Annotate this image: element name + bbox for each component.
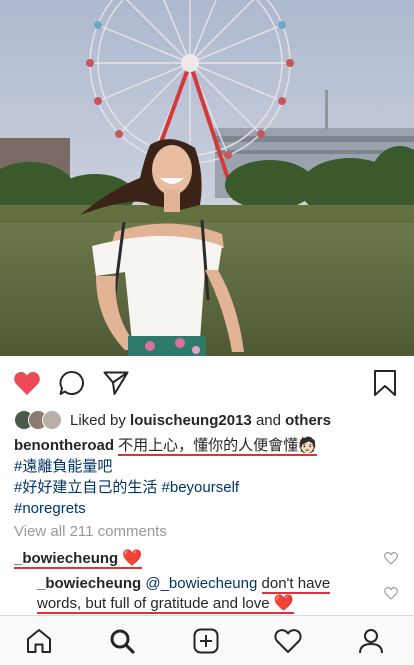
save-button[interactable] <box>370 368 400 398</box>
profile-icon <box>359 629 383 654</box>
comment-username[interactable]: _bowiecheung <box>14 550 118 567</box>
hashtag-link[interactable]: #遠離負能量吧 <box>14 458 112 475</box>
liked-by-user-link[interactable]: louischeung2013 <box>130 412 252 429</box>
post-photo[interactable] <box>0 0 414 356</box>
comment-item: _bowiecheung ❤️ <box>14 548 143 569</box>
reply-comment-item: _bowiecheung @_bowiecheung don't have wo… <box>37 574 331 614</box>
mention-link[interactable]: @_bowiecheung <box>145 575 257 592</box>
comment-underline: _bowiecheung ❤️ <box>14 550 143 569</box>
comment-button[interactable] <box>57 368 87 398</box>
post-caption: benontheroad 不用上心，懂你的人便會懂🧑🏻 #遠離負能量吧 #好好建… <box>14 435 404 519</box>
search-icon <box>110 629 135 654</box>
post-action-bar <box>0 356 414 408</box>
add-post-icon <box>193 628 219 654</box>
tab-activity[interactable] <box>274 627 302 655</box>
caption-text: 不用上心，懂你的人便會懂🧑🏻 <box>118 437 317 456</box>
bottom-tab-bar <box>0 615 414 665</box>
liked-by-prefix: Liked by <box>70 411 126 429</box>
caption-username[interactable]: benontheroad <box>14 437 114 454</box>
share-button[interactable] <box>101 368 131 398</box>
paper-plane-icon <box>103 371 129 395</box>
reply-text-part2: words, but full of gratitude and love ❤️ <box>37 595 294 614</box>
hashtag-link[interactable]: #好好建立自己的生活 <box>14 479 157 496</box>
heart-filled-icon <box>14 372 40 395</box>
bookmark-icon <box>374 370 396 396</box>
hashtag-link[interactable]: #noregrets <box>14 500 86 517</box>
liked-by-row[interactable]: Liked by louischeung2013 and others <box>14 409 331 431</box>
liked-by-middle: and <box>255 411 281 429</box>
avatar <box>42 410 62 430</box>
like-button[interactable] <box>12 368 42 398</box>
hashtag-link[interactable]: #beyourself <box>162 479 240 496</box>
liker-avatars <box>14 410 62 430</box>
liked-by-others-link[interactable]: others <box>285 412 331 429</box>
tab-profile[interactable] <box>357 627 385 655</box>
tab-home[interactable] <box>25 627 53 655</box>
comment-bubble-icon <box>59 370 84 395</box>
reply-text-part1: don't have <box>261 575 331 594</box>
red-heart-emoji-icon: ❤️ <box>122 550 143 567</box>
tab-new-post[interactable] <box>192 627 220 655</box>
reply-username[interactable]: _bowiecheung <box>37 575 141 592</box>
comment-like-heart-icon[interactable] <box>384 587 398 600</box>
red-heart-emoji-icon: ❤️ <box>273 595 294 612</box>
comment-like-heart-icon[interactable] <box>384 552 398 565</box>
activity-heart-icon <box>274 629 302 653</box>
person-emoji-icon: 🧑🏻 <box>298 437 317 454</box>
tab-search[interactable] <box>108 627 136 655</box>
liked-by-text: Liked by louischeung2013 and others <box>70 412 331 429</box>
home-icon <box>27 629 51 653</box>
view-all-comments-link[interactable]: View all 211 comments <box>14 523 167 540</box>
